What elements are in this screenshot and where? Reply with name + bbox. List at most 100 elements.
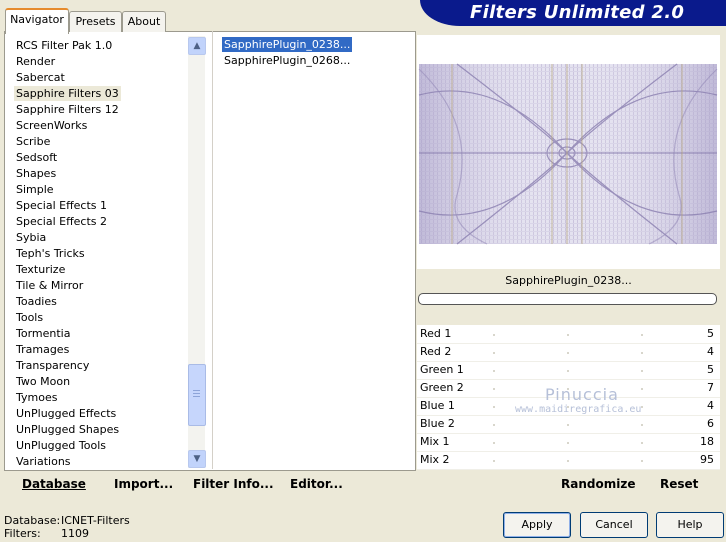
category-item[interactable]: Shapes: [14, 166, 58, 181]
category-item[interactable]: Transparency: [14, 358, 91, 373]
param-row[interactable]: Red 2 4: [417, 343, 720, 362]
param-tick: [493, 442, 495, 444]
param-label: Red 2: [420, 345, 452, 358]
progress-bar: [418, 293, 717, 305]
category-list[interactable]: RCS Filter Pak 1.0 Render Sabercat Sapphire…: [10, 36, 190, 468]
param-tick: [641, 442, 643, 444]
param-label: Green 2: [420, 381, 464, 394]
category-item[interactable]: Texturize: [14, 262, 67, 277]
param-tick: [567, 460, 569, 462]
category-item[interactable]: Tools: [14, 310, 45, 325]
database-button[interactable]: Database: [22, 476, 86, 492]
category-scrollbar[interactable]: ▲ ▼: [188, 36, 206, 468]
filter-item[interactable]: SapphirePlugin_0268...: [222, 53, 352, 68]
param-tick: [493, 334, 495, 336]
category-item[interactable]: Render: [14, 54, 57, 69]
category-item[interactable]: UnPlugged Effects: [14, 406, 118, 421]
preview-filter-name: SapphirePlugin_0238...: [505, 274, 632, 287]
randomize-button[interactable]: Randomize: [561, 476, 635, 492]
param-value: 6: [707, 417, 714, 430]
category-item[interactable]: UnPlugged Shapes: [14, 422, 121, 437]
param-tick: [567, 370, 569, 372]
param-label: Red 1: [420, 327, 452, 340]
category-item[interactable]: ScreenWorks: [14, 118, 89, 133]
filter-info-button[interactable]: Filter Info...: [193, 476, 274, 492]
scroll-thumb[interactable]: [188, 364, 206, 426]
param-value: 4: [707, 399, 714, 412]
param-tick: [641, 388, 643, 390]
param-value: 5: [707, 327, 714, 340]
param-tick: [567, 334, 569, 336]
param-tick: [641, 424, 643, 426]
param-label: Blue 2: [420, 417, 455, 430]
param-label: Mix 2: [420, 453, 450, 466]
app-title: Filters Unlimited 2.0: [470, 2, 685, 23]
category-item[interactable]: Sybia: [14, 230, 48, 245]
database-info-value: ICNET-Filters: [61, 514, 130, 527]
filter-item[interactable]: SapphirePlugin_0238...: [220, 36, 354, 53]
param-tick: [493, 352, 495, 354]
category-item[interactable]: Tormentia: [14, 326, 72, 341]
param-tick: [567, 442, 569, 444]
category-item[interactable]: Sapphire Filters 12: [14, 102, 121, 117]
category-item[interactable]: Sedsoft: [14, 150, 59, 165]
category-item[interactable]: Sabercat: [14, 70, 67, 85]
param-tick: [493, 406, 495, 408]
category-item[interactable]: Scribe: [14, 134, 52, 149]
param-value: 18: [700, 435, 714, 448]
scroll-down-icon[interactable]: ▼: [188, 450, 206, 468]
category-item[interactable]: Tymoes: [14, 390, 59, 405]
param-tick: [493, 424, 495, 426]
param-value: 7: [707, 381, 714, 394]
import-button[interactable]: Import...: [114, 476, 173, 492]
help-button[interactable]: Help: [656, 512, 724, 538]
scroll-up-icon[interactable]: ▲: [188, 37, 206, 55]
category-item[interactable]: Tile & Mirror: [14, 278, 85, 293]
category-item[interactable]: Sapphire Filters 03: [14, 86, 121, 101]
param-tick: [493, 460, 495, 462]
tab-navigator[interactable]: Navigator: [5, 8, 69, 34]
category-item[interactable]: Variations: [14, 454, 73, 468]
param-row[interactable]: Red 1 5: [417, 325, 720, 344]
param-row[interactable]: Green 1 5: [417, 361, 720, 380]
param-value: 4: [707, 345, 714, 358]
param-tick: [641, 352, 643, 354]
apply-button[interactable]: Apply: [503, 512, 571, 538]
cancel-button[interactable]: Cancel: [580, 512, 648, 538]
watermark-url: www.maidiregrafica.eu: [515, 404, 642, 415]
param-tick: [641, 370, 643, 372]
param-label: Mix 1: [420, 435, 450, 448]
category-item[interactable]: UnPlugged Tools: [14, 438, 108, 453]
list-divider: [212, 31, 213, 469]
filter-list[interactable]: SapphirePlugin_0238... SapphirePlugin_026…: [216, 34, 408, 466]
param-row[interactable]: Mix 1 18: [417, 433, 720, 452]
category-item[interactable]: Tramages: [14, 342, 71, 357]
tab-presets[interactable]: Presets: [69, 11, 122, 32]
param-tick: [493, 370, 495, 372]
category-item[interactable]: Teph's Tricks: [14, 246, 87, 261]
category-item[interactable]: RCS Filter Pak 1.0: [14, 38, 114, 53]
param-tick: [641, 460, 643, 462]
filters-count-label: Filters:: [4, 527, 41, 540]
param-label: Blue 1: [420, 399, 455, 412]
preview-area: [417, 35, 720, 269]
param-row[interactable]: Blue 2 6: [417, 415, 720, 434]
editor-button[interactable]: Editor...: [290, 476, 343, 492]
param-tick: [641, 334, 643, 336]
preview-image: [418, 63, 718, 245]
reset-button[interactable]: Reset: [660, 476, 698, 492]
param-value: 5: [707, 363, 714, 376]
category-item[interactable]: Two Moon: [14, 374, 72, 389]
category-item[interactable]: Toadies: [14, 294, 59, 309]
category-item[interactable]: Special Effects 1: [14, 198, 109, 213]
param-label: Green 1: [420, 363, 464, 376]
param-tick: [493, 388, 495, 390]
category-item[interactable]: Simple: [14, 182, 56, 197]
param-tick: [567, 352, 569, 354]
database-info-label: Database:: [4, 514, 61, 527]
param-value: 95: [700, 453, 714, 466]
tab-about[interactable]: About: [122, 11, 166, 32]
watermark-name: Pinuccia: [545, 385, 619, 404]
param-row[interactable]: Mix 2 95: [417, 451, 720, 470]
category-item[interactable]: Special Effects 2: [14, 214, 109, 229]
